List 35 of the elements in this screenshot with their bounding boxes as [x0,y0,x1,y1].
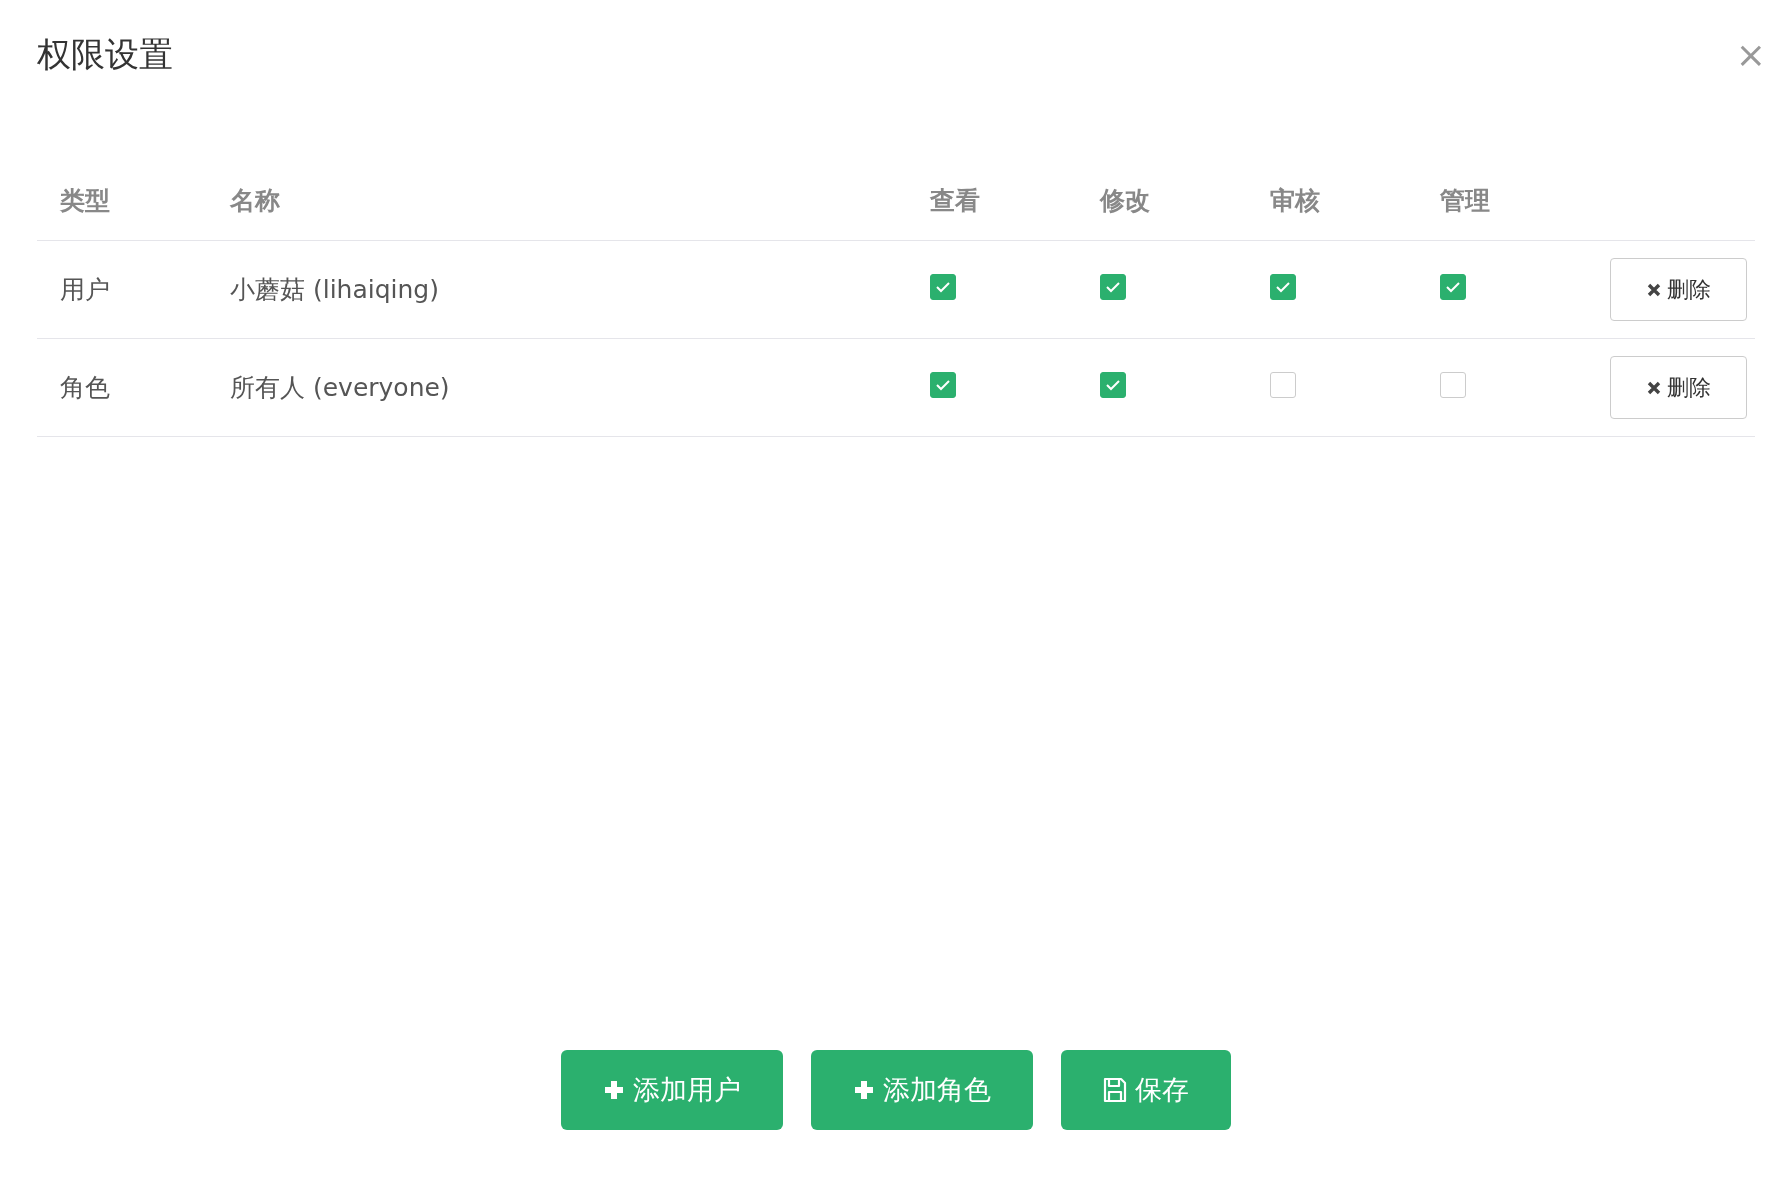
table-cell-text: 所有人 (everyone) [230,372,451,404]
checkbox[interactable] [1100,273,1126,300]
column-header: 修改 [1100,184,1151,217]
close-icon [1646,282,1661,297]
checkmark-icon [1105,280,1121,293]
column-header: 管理 [1440,184,1491,217]
close-icon [1646,380,1661,395]
dialog-title: 权限设置 [37,33,173,76]
column-header: 类型 [60,184,111,217]
plus-icon [853,1079,875,1101]
checkbox[interactable] [930,273,956,300]
table-cell-text: 角色 [60,372,111,404]
delete-button[interactable]: 删除 [1610,356,1747,419]
table-cell-text: 小蘑菇 (lihaiqing) [230,274,440,306]
column-header: 名称 [230,184,281,217]
close-button[interactable]: × [1731,37,1770,73]
checkbox[interactable] [930,371,956,398]
checkbox[interactable] [1440,273,1466,300]
column-header: 查看 [930,184,981,217]
checkbox[interactable] [1440,371,1466,398]
checkmark-icon [1275,280,1291,293]
add-button[interactable]: 添加角色 [811,1050,1033,1130]
checkmark-icon [1445,280,1461,293]
save-button[interactable]: 保存 [1061,1050,1231,1130]
table-cell-text: 用户 [60,274,111,306]
checkbox[interactable] [1270,371,1296,398]
checkmark-icon [1105,378,1121,391]
delete-button[interactable]: 删除 [1610,258,1747,321]
checkbox[interactable] [1100,371,1126,398]
column-header: 审核 [1270,184,1321,217]
checkmark-icon [935,280,951,293]
add-button[interactable]: 添加用户 [561,1050,783,1130]
checkmark-icon [935,378,951,391]
checkbox[interactable] [1270,273,1296,300]
plus-icon [603,1079,625,1101]
